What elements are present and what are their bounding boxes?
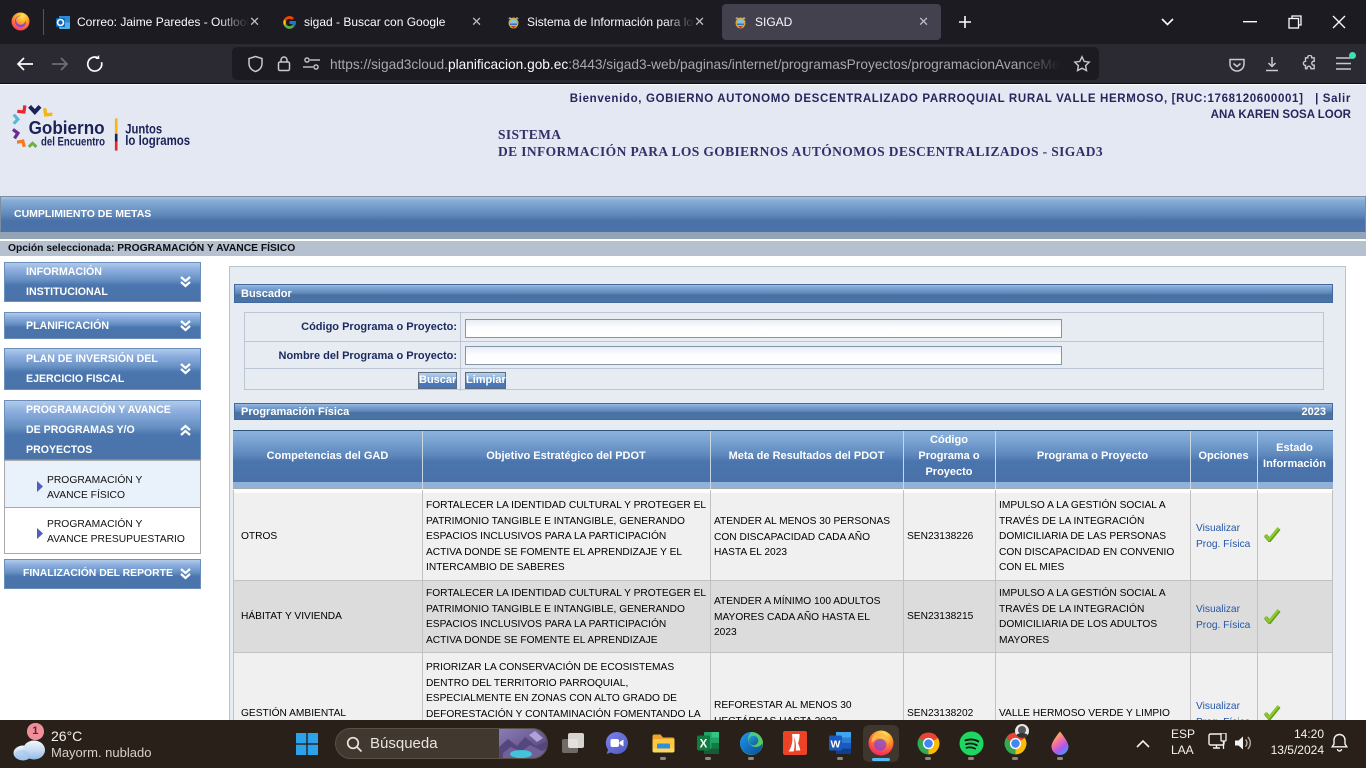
svg-text:del Encuentro: del Encuentro [41, 137, 105, 149]
svg-text:lo logramos: lo logramos [125, 133, 190, 148]
svg-text:X: X [700, 739, 708, 751]
svg-text:Gobierno: Gobierno [29, 117, 105, 138]
svg-text:W: W [831, 739, 841, 751]
